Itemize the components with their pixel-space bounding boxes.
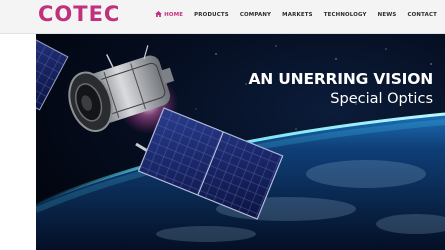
nav-contact[interactable]: CONTACT — [407, 12, 437, 18]
nav-products[interactable]: PRODUCTS — [194, 12, 229, 18]
hero-headline: AN UNERRING VISION — [248, 70, 434, 88]
left-margin — [0, 34, 36, 250]
nav-technology[interactable]: TECHNOLOGY — [324, 12, 367, 18]
cotec-logo[interactable]: COTEC — [38, 2, 120, 26]
hero-subline: Special Optics — [330, 91, 433, 107]
hero-banner: AN UNERRING VISION Special Optics — [36, 34, 445, 250]
site-header: COTEC ® HOME PRODUCTS COMPANY MARKETS TE… — [0, 0, 445, 34]
nav-home[interactable]: HOME — [155, 11, 183, 18]
nav-markets[interactable]: MARKETS — [282, 12, 313, 18]
nav-home-label: HOME — [164, 12, 184, 18]
nav-company[interactable]: COMPANY — [240, 12, 271, 18]
home-icon — [155, 11, 163, 17]
page: COTEC ® HOME PRODUCTS COMPANY MARKETS TE… — [0, 0, 445, 250]
main-nav: HOME PRODUCTS COMPANY MARKETS TECHNOLOGY… — [155, 11, 437, 18]
satellite-hero-image — [36, 34, 445, 250]
registered-mark: ® — [110, 6, 114, 12]
nav-news[interactable]: NEWS — [378, 12, 397, 18]
